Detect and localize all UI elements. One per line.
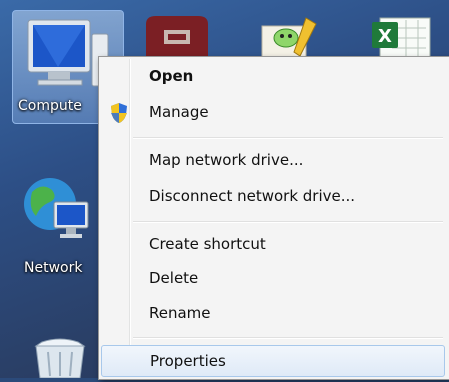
menu-item-manage-label: Manage — [149, 103, 209, 121]
menu-item-properties[interactable]: Properties — [101, 345, 445, 377]
menu-separator — [133, 337, 443, 339]
uac-shield-icon — [109, 102, 129, 128]
menu-item-open-label: Open — [149, 67, 194, 85]
menu-item-open[interactable]: Open — [101, 61, 445, 91]
menu-item-create-shortcut[interactable]: Create shortcut — [101, 229, 445, 259]
network-icon[interactable] — [22, 172, 92, 252]
menu-item-rename-label: Rename — [149, 304, 211, 322]
notepad-app-icon[interactable] — [254, 16, 324, 59]
menu-separator — [133, 221, 443, 223]
menu-item-disconnect-network-drive-label: Disconnect network drive... — [149, 187, 356, 205]
recycle-bin-icon[interactable] — [30, 338, 90, 379]
excel-file-icon[interactable]: X — [366, 14, 436, 59]
menu-item-rename[interactable]: Rename — [101, 298, 445, 328]
menu-item-properties-label: Properties — [150, 352, 226, 370]
menu-item-map-network-drive[interactable]: Map network drive... — [101, 145, 445, 175]
menu-item-map-network-drive-label: Map network drive... — [149, 151, 304, 169]
context-menu: Open Manage Map network drive... Disconn… — [98, 56, 449, 380]
svg-text:X: X — [378, 26, 392, 47]
menu-item-manage[interactable]: Manage — [101, 97, 445, 127]
menu-item-delete[interactable]: Delete — [101, 263, 445, 293]
archive-app-icon[interactable] — [142, 14, 212, 58]
network-label: Network — [24, 260, 83, 276]
menu-separator — [133, 137, 443, 139]
menu-item-delete-label: Delete — [149, 269, 199, 287]
computer-label: Compute — [18, 98, 82, 114]
menu-item-disconnect-network-drive[interactable]: Disconnect network drive... — [101, 181, 445, 211]
menu-item-create-shortcut-label: Create shortcut — [149, 235, 266, 253]
